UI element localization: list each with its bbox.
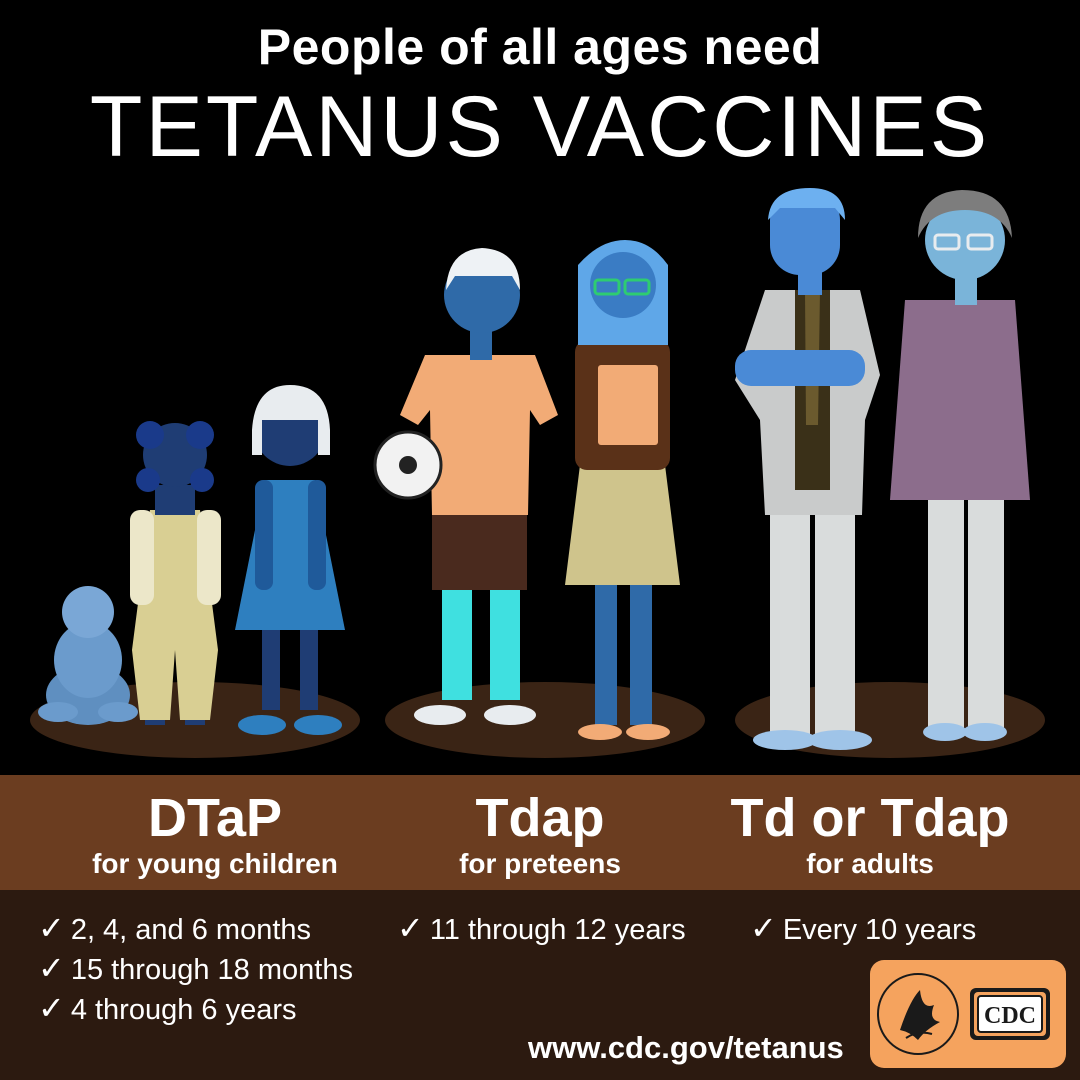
tetanus-poster: People of all ages need TETANUS VACCINES [0, 0, 1080, 1080]
headline-line2: TETANUS VACCINES [89, 79, 991, 175]
toddler-figure [130, 421, 221, 725]
checkmark-icon: ✓ [38, 910, 65, 946]
audience-young-children: for young children [92, 848, 338, 879]
checkmark-icon: ✓ [38, 950, 65, 986]
schedule-list-preteens: ✓ 11 through 12 years [397, 908, 686, 948]
schedule-text: 11 through 12 years [429, 914, 686, 946]
schedule-item: ✓ 15 through 18 months [38, 948, 353, 988]
checkmark-icon: ✓ [38, 990, 65, 1026]
schedule-text: 15 through 18 months [70, 954, 353, 986]
vaccine-column-children: DTaP for young children [40, 789, 390, 881]
headline-line1: People of all ages need [257, 19, 823, 75]
schedule-list-adults: ✓ Every 10 years [750, 908, 976, 948]
schedule-item: ✓ Every 10 years [750, 908, 976, 948]
hhs-eagle-seal-icon: CDC [877, 973, 1050, 1055]
vaccine-band: DTaP for young children Tdap for preteen… [0, 775, 1080, 890]
preteen-boy-figure [373, 248, 558, 725]
schedule-item: ✓ 2, 4, and 6 months [38, 908, 353, 948]
audience-adults: for adults [806, 848, 934, 879]
vaccine-name-td-or-tdap: Td or Tdap [730, 788, 1010, 848]
schedule-list-children: ✓ 2, 4, and 6 months ✓ 15 through 18 month… [38, 908, 353, 1028]
cdc-logo-text: CDC [984, 1003, 1036, 1029]
schedule-text: 4 through 6 years [70, 994, 297, 1026]
checkmark-icon: ✓ [397, 910, 424, 946]
schedule-text: 2, 4, and 6 months [70, 914, 312, 946]
vaccine-column-preteens: Tdap for preteens [390, 789, 690, 881]
vaccine-name-tdap: Tdap [475, 788, 605, 848]
baby-figure [38, 586, 138, 725]
vaccine-name-dtap: DTaP [147, 788, 283, 848]
vaccine-column-adults: Td or Tdap for adults [720, 789, 1020, 881]
schedule-item: ✓ 11 through 12 years [397, 908, 686, 948]
checkmark-icon: ✓ [750, 910, 777, 946]
schedule-item: ✓ 4 through 6 years [38, 988, 353, 1028]
cdc-url-link[interactable]: www.cdc.gov/tetanus [528, 1030, 844, 1066]
adult-man-figure [735, 188, 880, 750]
schedule-text: Every 10 years [782, 914, 977, 946]
hhs-cdc-logo: CDC [870, 960, 1066, 1068]
preteen-girl-figure [565, 240, 680, 740]
older-woman-figure [890, 190, 1030, 741]
people-illustration [30, 188, 1045, 758]
young-girl-figure [235, 385, 345, 735]
audience-preteens: for preteens [459, 848, 621, 879]
